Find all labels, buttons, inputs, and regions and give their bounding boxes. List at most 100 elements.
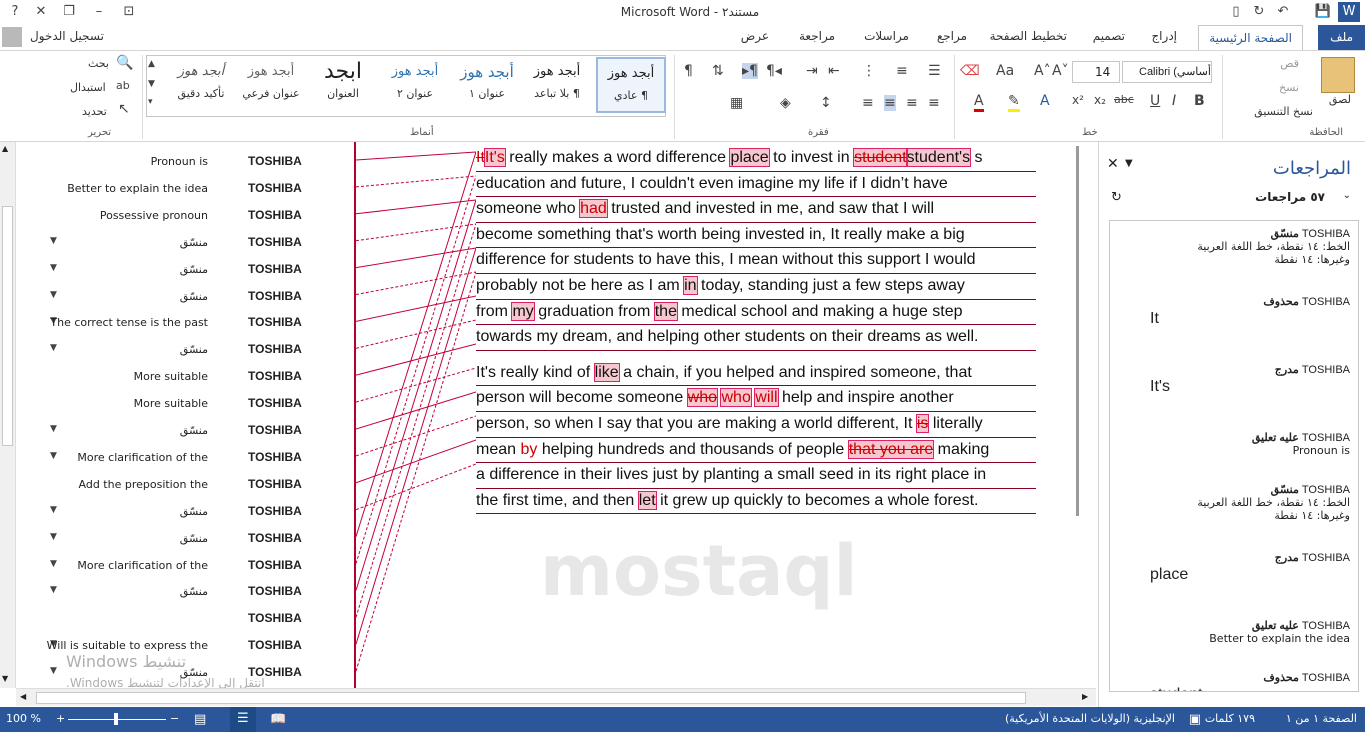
hscroll-thumb[interactable] bbox=[36, 692, 1026, 704]
revision-item[interactable]: مدرج TOSHIBA It's bbox=[1120, 363, 1350, 396]
revision-item[interactable]: عليه تعليق TOSHIBA Better to explain the … bbox=[1120, 619, 1350, 645]
document-page[interactable]: ItIt's really makes a word difference pl… bbox=[476, 146, 1036, 524]
replace-icon[interactable]: ab bbox=[116, 79, 130, 92]
login-link[interactable]: تسجيل الدخول bbox=[30, 29, 104, 43]
revision-item[interactable]: منسّق TOSHIBA الخط: ١٤ نقطة، خط اللغة الع… bbox=[1120, 227, 1350, 266]
web-layout-icon[interactable]: ▤ bbox=[194, 712, 206, 727]
show-marks-icon[interactable]: ¶ bbox=[684, 63, 693, 79]
subscript-icon[interactable]: x₂ bbox=[1094, 93, 1106, 107]
expand-triangle-icon[interactable]: ▼ bbox=[50, 343, 57, 353]
pane-options-icon[interactable]: ▼ bbox=[1125, 158, 1133, 169]
markup-balloon[interactable]: ▼ More clarification of the TOSHIBA bbox=[36, 446, 356, 468]
markup-balloon[interactable]: ▼ منسّق TOSHIBA bbox=[36, 258, 356, 280]
style-subtle-emphasis[interactable]: أبجد هوز تأكيد دقيق bbox=[166, 57, 236, 113]
tab-insert[interactable]: إدراج bbox=[1151, 29, 1177, 43]
expand-triangle-icon[interactable]: ▼ bbox=[50, 666, 57, 676]
page-count[interactable]: الصفحة ١ من ١ bbox=[1286, 712, 1357, 725]
avatar[interactable] bbox=[2, 27, 22, 47]
tab-home[interactable]: الصفحة الرئيسية bbox=[1198, 25, 1303, 51]
shading-icon[interactable]: ◈ bbox=[780, 95, 791, 111]
ltr-icon[interactable]: ▸¶ bbox=[742, 63, 758, 79]
markup-balloon[interactable]: ▼ منسّق TOSHIBA bbox=[36, 338, 356, 360]
italic-icon[interactable]: I bbox=[1172, 93, 1176, 109]
line-spacing-icon[interactable]: ↕ bbox=[820, 95, 832, 111]
read-mode-icon[interactable]: 📖 bbox=[270, 712, 286, 727]
expand-triangle-icon[interactable]: ▼ bbox=[50, 559, 57, 569]
redo-icon[interactable]: ↻ bbox=[1248, 2, 1270, 22]
find-button[interactable]: بحث bbox=[88, 57, 109, 70]
expand-triangle-icon[interactable]: ▼ bbox=[50, 290, 57, 300]
close-pane-icon[interactable]: ✕ bbox=[1107, 156, 1119, 172]
revision-item[interactable]: منسّق TOSHIBA الخط: ١٤ نقطة، خط اللغة الع… bbox=[1120, 483, 1350, 522]
increase-indent-icon[interactable]: ⇥ bbox=[806, 63, 818, 79]
change-case-icon[interactable]: Aa bbox=[996, 63, 1014, 79]
bold-icon[interactable]: B bbox=[1194, 93, 1205, 109]
style-heading-2[interactable]: أبجد هوز عنوان ٢ bbox=[380, 57, 450, 113]
scroll-down-icon[interactable]: ▼ bbox=[2, 674, 8, 683]
borders-icon[interactable]: ▦ bbox=[730, 95, 743, 111]
pdf-icon[interactable]: ▯ bbox=[1225, 2, 1247, 22]
expand-triangle-icon[interactable]: ▼ bbox=[50, 236, 57, 246]
superscript-icon[interactable]: x² bbox=[1072, 93, 1084, 107]
scroll-up-icon[interactable]: ▲ bbox=[2, 144, 8, 153]
zoom-in-icon[interactable]: + bbox=[56, 712, 65, 725]
markup-balloon[interactable]: Better to explain the idea TOSHIBA bbox=[36, 177, 356, 199]
revision-item[interactable]: عليه تعليق TOSHIBA Pronoun is bbox=[1120, 431, 1350, 457]
scroll-thumb[interactable] bbox=[2, 206, 13, 446]
tab-layout[interactable]: تخطيط الصفحة bbox=[990, 29, 1067, 43]
markup-balloon[interactable]: More suitable TOSHIBA bbox=[36, 392, 356, 414]
revision-item[interactable]: مدرج TOSHIBA place bbox=[1120, 551, 1350, 584]
gallery-more-icon[interactable]: ▾ bbox=[148, 97, 153, 107]
markup-balloon[interactable]: Add the preposition the TOSHIBA bbox=[36, 473, 356, 495]
numbering-icon[interactable]: ≡ bbox=[896, 63, 908, 79]
zoom-out-icon[interactable]: − bbox=[170, 712, 179, 725]
expand-triangle-icon[interactable]: ▼ bbox=[50, 585, 57, 595]
tab-review[interactable]: مراجعة bbox=[799, 29, 835, 43]
tab-view[interactable]: عرض bbox=[741, 29, 769, 43]
revision-item[interactable]: محذوف TOSHIBA student bbox=[1120, 671, 1350, 691]
gallery-up-icon[interactable]: ▲ bbox=[148, 59, 155, 69]
copy-button[interactable]: نسخ bbox=[1279, 81, 1299, 94]
paste-icon[interactable] bbox=[1321, 57, 1355, 93]
expand-triangle-icon[interactable]: ▼ bbox=[50, 505, 57, 515]
restore-icon[interactable]: ❐ bbox=[58, 2, 80, 22]
expand-triangle-icon[interactable]: ▼ bbox=[50, 263, 57, 273]
help-icon[interactable]: ? bbox=[4, 2, 26, 22]
expand-triangle-icon[interactable]: ▼ bbox=[50, 532, 57, 542]
bullets-icon[interactable]: ☰ bbox=[928, 63, 941, 79]
zoom-level[interactable]: 100 % bbox=[6, 712, 41, 725]
markup-balloon[interactable]: ▼ منسّق TOSHIBA bbox=[36, 580, 356, 602]
markup-balloon[interactable]: ▼ منسّق TOSHIBA bbox=[36, 419, 356, 441]
markup-balloon[interactable]: Possessive pronoun TOSHIBA bbox=[36, 204, 356, 226]
tab-file[interactable]: ملف bbox=[1318, 25, 1365, 50]
minimize-icon[interactable]: – bbox=[88, 2, 110, 22]
proofing-icon[interactable]: ▣ bbox=[1189, 712, 1201, 727]
gallery-down-icon[interactable]: ▼ bbox=[148, 79, 155, 89]
left-scrollbar[interactable]: ▲ ▼ bbox=[0, 142, 16, 688]
align-center-icon[interactable]: ≡ bbox=[906, 95, 918, 111]
find-icon[interactable]: 🔍 bbox=[116, 55, 133, 71]
markup-balloon[interactable]: ▼ More clarification of the TOSHIBA bbox=[36, 554, 356, 576]
tab-design[interactable]: تصميم bbox=[1093, 29, 1125, 43]
clear-format-icon[interactable]: ⌫ bbox=[960, 63, 980, 79]
zoom-thumb[interactable] bbox=[114, 713, 118, 725]
markup-balloon[interactable]: ▼ منسّق TOSHIBA bbox=[36, 500, 356, 522]
underline-icon[interactable]: U bbox=[1150, 93, 1160, 109]
multilevel-list-icon[interactable]: ⋮ bbox=[862, 63, 876, 79]
shrink-font-icon[interactable]: A˅ bbox=[1052, 63, 1069, 79]
align-left-icon[interactable]: ≡ bbox=[884, 95, 896, 111]
font-name-select[interactable]: Calibri (أساسي bbox=[1122, 61, 1212, 83]
font-size-select[interactable]: 14 bbox=[1072, 61, 1120, 83]
save-icon[interactable]: 💾 bbox=[1312, 2, 1334, 22]
cut-button[interactable]: قص bbox=[1280, 57, 1299, 70]
horizontal-scrollbar[interactable]: ◀ ▶ bbox=[16, 688, 1096, 706]
word-count[interactable]: ١٧٩ كلمات bbox=[1205, 712, 1255, 725]
text-effects-icon[interactable]: A bbox=[1040, 93, 1050, 109]
replace-button[interactable]: استبدال bbox=[70, 81, 106, 94]
expand-triangle-icon[interactable]: ▼ bbox=[50, 451, 57, 461]
close-icon[interactable]: ✕ bbox=[30, 2, 52, 22]
decrease-indent-icon[interactable]: ⇤ bbox=[828, 63, 840, 79]
grow-font-icon[interactable]: A˄ bbox=[1034, 63, 1051, 79]
style-title[interactable]: ابجد العنوان bbox=[308, 57, 378, 113]
style-normal[interactable]: أبجد هوز ¶ عادي bbox=[596, 57, 666, 113]
